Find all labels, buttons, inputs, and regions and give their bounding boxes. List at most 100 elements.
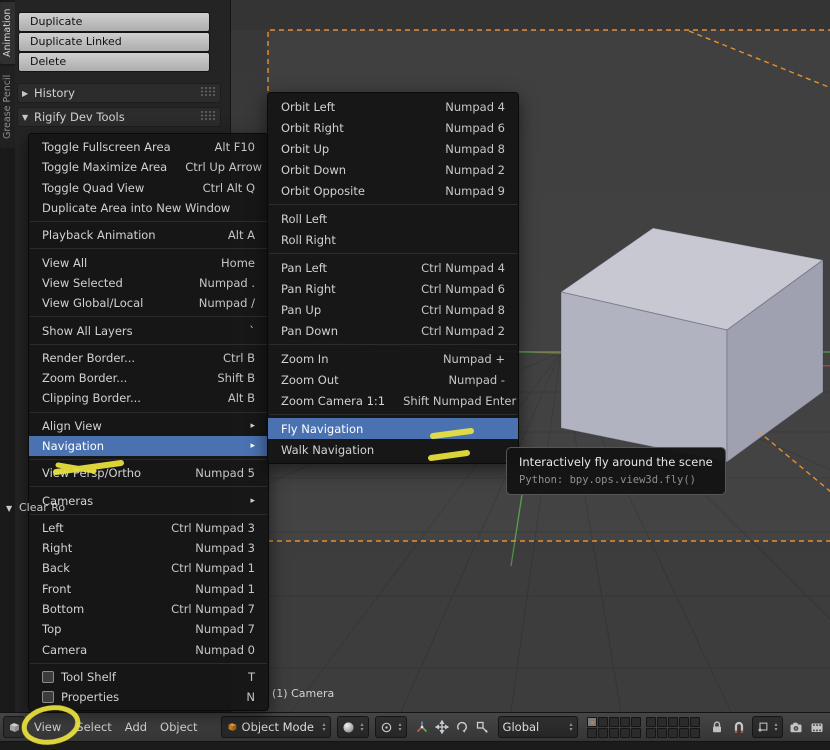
menu-item-zoom-camera-1-1[interactable]: Zoom Camera 1:1 Shift Numpad Enter (268, 390, 518, 411)
menu-object[interactable]: Object (160, 720, 197, 734)
layer-toggle-4[interactable] (619, 716, 630, 727)
menu-item-bottom[interactable]: Bottom Ctrl Numpad 7 (29, 599, 268, 619)
menu-select[interactable]: Select (76, 720, 111, 734)
menu-item-duplicate-area-into-new-window[interactable]: Duplicate Area into New Window (29, 198, 268, 218)
menu-item-zoom-border[interactable]: Zoom Border... Shift B (29, 368, 268, 388)
panel-header-clear-ro[interactable]: Clear Ro (6, 501, 65, 514)
tab-grease-pencil[interactable]: Grease Pencil (0, 66, 15, 148)
menu-item-orbit-opposite[interactable]: Orbit Opposite Numpad 9 (268, 180, 518, 201)
window-lower-edge (0, 741, 830, 750)
snap-element-dropdown[interactable] (751, 716, 783, 738)
layer-toggle-3[interactable] (608, 716, 619, 727)
manipulator-scale-button[interactable] (472, 717, 492, 737)
menu-item-orbit-left[interactable]: Orbit Left Numpad 4 (268, 96, 518, 117)
menu-item-label: Orbit Up (281, 141, 330, 156)
layer-toggle-2[interactable] (597, 716, 608, 727)
manipulator-toggle-button[interactable] (412, 717, 432, 737)
opengl-render-anim-button[interactable] (807, 717, 827, 737)
viewport-shading-dropdown[interactable] (336, 716, 369, 738)
editor-type-button[interactable] (3, 716, 25, 738)
layer-toggle-19[interactable] (678, 727, 689, 738)
menu-item-view-persp-ortho[interactable]: View Persp/Ortho Numpad 5 (29, 463, 268, 483)
layer-toggle-12[interactable] (597, 727, 608, 738)
menu-item-tool-shelf[interactable]: Tool Shelf T (29, 667, 268, 687)
panel-drag-grip-icon[interactable] (200, 110, 216, 124)
panel-header-rigify-dev-tools[interactable]: Rigify Dev Tools (17, 107, 221, 127)
menu-item-label: View All (42, 255, 88, 270)
delete-button[interactable]: Delete (18, 52, 210, 72)
menu-item-toggle-fullscreen-area[interactable]: Toggle Fullscreen Area Alt F10 (29, 137, 268, 157)
mode-dropdown[interactable]: Object Mode (220, 716, 331, 738)
menu-item-toggle-maximize-area[interactable]: Toggle Maximize Area Ctrl Up Arrow (29, 157, 268, 177)
menu-item-label: Back (42, 561, 70, 576)
tab-animation[interactable]: Animation (0, 2, 15, 64)
layer-toggle-6[interactable] (645, 716, 656, 727)
menu-add[interactable]: Add (125, 720, 147, 734)
menu-item-back[interactable]: Back Ctrl Numpad 1 (29, 558, 268, 578)
manipulator-translate-button[interactable] (432, 717, 452, 737)
duplicate-linked-button[interactable]: Duplicate Linked (18, 32, 210, 52)
manipulator-rotate-button[interactable] (452, 717, 472, 737)
menu-item-toggle-quad-view[interactable]: Toggle Quad View Ctrl Alt Q (29, 178, 268, 198)
menu-item-render-border[interactable]: Render Border... Ctrl B (29, 348, 268, 368)
menu-item-properties[interactable]: Properties N (29, 687, 268, 707)
layer-toggle-13[interactable] (608, 727, 619, 738)
menu-item-align-view[interactable]: Align View ▸ (29, 416, 268, 436)
layer-toggle-14[interactable] (619, 727, 630, 738)
menu-item-top[interactable]: Top Numpad 7 (29, 619, 268, 639)
menu-item-view-all[interactable]: View All Home (29, 252, 268, 272)
menu-item-label: Render Border... (42, 350, 136, 365)
menu-item-view-selected[interactable]: View Selected Numpad . (29, 273, 268, 293)
layer-toggle-7[interactable] (656, 716, 667, 727)
menu-item-orbit-up[interactable]: Orbit Up Numpad 8 (268, 138, 518, 159)
layer-toggle-11[interactable] (586, 727, 597, 738)
menu-item-clipping-border[interactable]: Clipping Border... Alt B (29, 388, 268, 408)
layer-toggle-15[interactable] (630, 727, 641, 738)
lock-to-scene-button[interactable] (707, 717, 727, 737)
menu-item-navigation[interactable]: Navigation ▸ (29, 435, 268, 457)
menu-item-orbit-right[interactable]: Orbit Right Numpad 6 (268, 117, 518, 138)
menu-item-pan-down[interactable]: Pan Down Ctrl Numpad 2 (268, 320, 518, 341)
menu-item-label: View Persp/Ortho (42, 466, 142, 481)
menu-separator (30, 316, 267, 318)
menu-item-shortcut: Ctrl Numpad 4 (421, 260, 505, 275)
menu-item-orbit-down[interactable]: Orbit Down Numpad 2 (268, 159, 518, 180)
duplicate-button[interactable]: Duplicate (18, 12, 210, 32)
menu-view[interactable]: View (34, 720, 61, 734)
menu-item-playback-animation[interactable]: Playback Animation Alt A (29, 225, 268, 245)
menu-item-front[interactable]: Front Numpad 1 (29, 579, 268, 599)
menu-item-roll-left[interactable]: Roll Left (268, 208, 518, 229)
layer-toggle-20[interactable] (689, 727, 700, 738)
layer-toggle-9[interactable] (678, 716, 689, 727)
dropdown-arrows-icon (775, 722, 778, 732)
menu-item-right[interactable]: Right Numpad 3 (29, 538, 268, 558)
layer-toggle-8[interactable] (667, 716, 678, 727)
menu-item-pan-left[interactable]: Pan Left Ctrl Numpad 4 (268, 257, 518, 278)
panel-drag-grip-icon[interactable] (200, 86, 216, 100)
layer-toggle-5[interactable] (630, 716, 641, 727)
panel-header-history[interactable]: History (17, 83, 221, 103)
menu-item-pan-up[interactable]: Pan Up Ctrl Numpad 8 (268, 299, 518, 320)
menu-item-show-all-layers[interactable]: Show All Layers ` (29, 320, 268, 340)
layer-toggle-10[interactable] (689, 716, 700, 727)
layer-toggle-16[interactable] (645, 727, 656, 738)
opengl-render-still-button[interactable] (786, 717, 806, 737)
menu-item-fly-navigation[interactable]: Fly Navigation (268, 418, 518, 439)
menu-item-view-global-local[interactable]: View Global/Local Numpad / (29, 293, 268, 313)
menu-item-left[interactable]: Left Ctrl Numpad 3 (29, 518, 268, 538)
layer-toggle-18[interactable] (667, 727, 678, 738)
snap-toggle-button[interactable] (729, 717, 749, 737)
pivot-point-dropdown[interactable] (374, 716, 407, 738)
dropdown-arrows-icon (570, 722, 573, 732)
menu-item-walk-navigation[interactable]: Walk Navigation (268, 439, 518, 460)
layer-toggle-1[interactable] (586, 716, 597, 727)
menu-item-zoom-in[interactable]: Zoom In Numpad + (268, 348, 518, 369)
menu-item-zoom-out[interactable]: Zoom Out Numpad - (268, 369, 518, 390)
orientation-dropdown[interactable]: Global (497, 716, 578, 738)
menu-item-pan-right[interactable]: Pan Right Ctrl Numpad 6 (268, 278, 518, 299)
menu-item-camera[interactable]: Camera Numpad 0 (29, 640, 268, 660)
scale-icon (476, 721, 488, 733)
menu-item-roll-right[interactable]: Roll Right (268, 229, 518, 250)
layer-toggle-17[interactable] (656, 727, 667, 738)
menu-item-label: Roll Left (281, 211, 328, 226)
